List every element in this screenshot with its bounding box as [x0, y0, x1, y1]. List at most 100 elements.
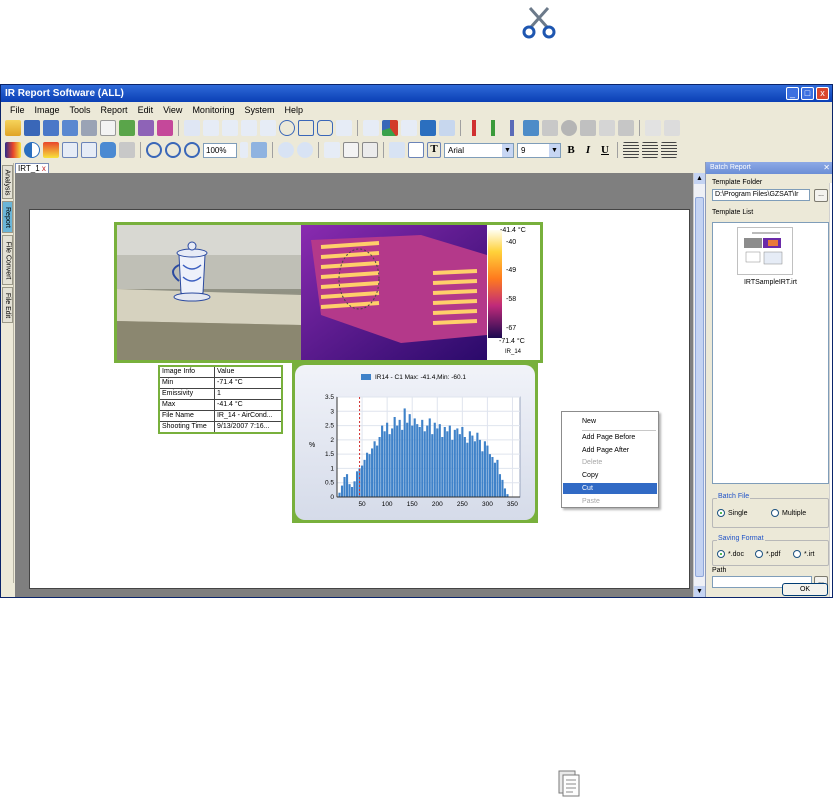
- camera-icon[interactable]: [580, 120, 596, 136]
- menu-item-copy[interactable]: Copy: [563, 470, 657, 481]
- scroll-down-icon[interactable]: ▼: [694, 586, 705, 597]
- menu-file[interactable]: File: [7, 105, 32, 115]
- zoom-combo[interactable]: 100%: [203, 142, 237, 158]
- save-all-icon[interactable]: [62, 120, 78, 136]
- menu-image[interactable]: Image: [32, 105, 67, 115]
- line-tool-icon[interactable]: [241, 120, 257, 136]
- menu-item-add-page-after[interactable]: Add Page After: [563, 445, 657, 456]
- scroll-thumb[interactable]: [695, 197, 704, 577]
- zoom-dropdown-icon[interactable]: [240, 142, 248, 158]
- template-folder-field[interactable]: D:\Program Files\GZSAT\Ir: [712, 189, 810, 201]
- menu-tools[interactable]: Tools: [67, 105, 98, 115]
- radio-doc[interactable]: *.doc: [717, 550, 744, 558]
- point-tool-icon[interactable]: [203, 120, 219, 136]
- new-page-icon[interactable]: [100, 120, 116, 136]
- radio-icon[interactable]: [755, 550, 763, 558]
- font-size-combo[interactable]: 9 ▼: [517, 142, 561, 158]
- chevron-down-icon[interactable]: ▼: [502, 143, 513, 157]
- align-left-icon[interactable]: [623, 142, 639, 158]
- minimize-button[interactable]: _: [786, 87, 799, 100]
- maximize-button[interactable]: □: [801, 87, 814, 100]
- menu-item-new[interactable]: New: [563, 416, 657, 427]
- menu-item-add-page-before[interactable]: Add Page Before: [563, 432, 657, 443]
- zoom-fit-icon[interactable]: [251, 142, 267, 158]
- copy-icon[interactable]: [343, 142, 359, 158]
- device-icon[interactable]: [618, 120, 634, 136]
- save-as-icon[interactable]: [43, 120, 59, 136]
- radio-icon[interactable]: [771, 509, 779, 517]
- radio-icon[interactable]: [793, 550, 801, 558]
- template-thumbnail[interactable]: [737, 227, 793, 275]
- network-icon[interactable]: [664, 120, 680, 136]
- palette-icon[interactable]: [420, 120, 436, 136]
- export-icon[interactable]: [119, 120, 135, 136]
- tab-file-edit[interactable]: File Edit: [2, 287, 13, 323]
- redo-icon[interactable]: [297, 142, 313, 158]
- open-folder-icon[interactable]: [5, 120, 21, 136]
- font-combo[interactable]: Arial ▼: [444, 142, 514, 158]
- image-panel[interactable]: -41.4 °C -40 -49 -58 -67 -71.4 °C IR_14: [114, 222, 543, 363]
- image-edit-icon[interactable]: [523, 120, 539, 136]
- menu-edit[interactable]: Edit: [135, 105, 161, 115]
- trend-chart-icon[interactable]: [401, 120, 417, 136]
- undo-icon[interactable]: [278, 142, 294, 158]
- tab-report[interactable]: Report: [2, 201, 13, 233]
- pointer-icon[interactable]: [184, 120, 200, 136]
- radio-icon[interactable]: [717, 509, 725, 517]
- rectangle-tool-icon[interactable]: [298, 120, 314, 136]
- menu-system[interactable]: System: [241, 105, 281, 115]
- polygon-tool-icon[interactable]: [317, 120, 333, 136]
- italic-button[interactable]: I: [581, 144, 595, 156]
- close-icon[interactable]: x: [42, 164, 46, 173]
- report-page[interactable]: -41.4 °C -40 -49 -58 -67 -71.4 °C IR_14 …: [29, 209, 690, 589]
- stamp-icon[interactable]: [119, 142, 135, 158]
- cut-icon[interactable]: [324, 142, 340, 158]
- cross-tool-icon[interactable]: [222, 120, 238, 136]
- link-icon[interactable]: [389, 142, 405, 158]
- layout-icon[interactable]: [81, 142, 97, 158]
- tab-file-convert[interactable]: File Convert: [2, 235, 13, 285]
- table-icon[interactable]: [62, 142, 78, 158]
- chevron-down-icon[interactable]: ▼: [549, 143, 560, 157]
- histogram-frame[interactable]: IR14 - C1 Max: -41.4,Min: -60.1 0 0.5 1 1.5…: [292, 362, 538, 523]
- menu-report[interactable]: Report: [98, 105, 135, 115]
- pie-chart-icon[interactable]: [382, 120, 398, 136]
- tab-analysis[interactable]: Analysis: [2, 165, 13, 199]
- line-chart-icon[interactable]: [363, 120, 379, 136]
- template-list[interactable]: IRTSampleIRT.irt: [712, 222, 829, 484]
- menu-item-cut[interactable]: Cut: [563, 483, 657, 494]
- bold-button[interactable]: B: [564, 144, 578, 156]
- radio-irt[interactable]: *.irt: [793, 550, 815, 558]
- align-center-icon[interactable]: [642, 142, 658, 158]
- align-right-icon[interactable]: [661, 142, 677, 158]
- underline-button[interactable]: U: [598, 144, 612, 156]
- close-icon[interactable]: ✕: [823, 162, 830, 174]
- zoom-out-icon[interactable]: [165, 142, 181, 158]
- usb-icon[interactable]: [645, 120, 661, 136]
- vertical-scrollbar[interactable]: ▲ ▼: [693, 173, 705, 597]
- ellipse-tool-icon[interactable]: [279, 120, 295, 136]
- zoom-in-icon[interactable]: [146, 142, 162, 158]
- polyline-tool-icon[interactable]: [260, 120, 276, 136]
- thermometer-icon[interactable]: [466, 120, 482, 136]
- contrast-icon[interactable]: [24, 142, 40, 158]
- ok-button[interactable]: OK: [782, 583, 828, 596]
- grid-icon[interactable]: [542, 120, 558, 136]
- image-info-table[interactable]: Image Info Value Min -71.4 °C Emissivity 1 …: [158, 365, 283, 434]
- video-icon[interactable]: [81, 120, 97, 136]
- color-bar-icon[interactable]: [43, 142, 59, 158]
- menu-help[interactable]: Help: [281, 105, 310, 115]
- insert-table-icon[interactable]: [408, 142, 424, 158]
- scroll-up-icon[interactable]: ▲: [694, 173, 705, 184]
- insert-text-button[interactable]: T: [427, 142, 441, 158]
- comment-icon[interactable]: [100, 142, 116, 158]
- menu-view[interactable]: View: [160, 105, 189, 115]
- radio-multiple[interactable]: Multiple: [771, 509, 806, 517]
- radio-icon[interactable]: [717, 550, 725, 558]
- calibrate-icon[interactable]: [439, 120, 455, 136]
- menu-monitoring[interactable]: Monitoring: [189, 105, 241, 115]
- sound-icon[interactable]: [599, 120, 615, 136]
- close-button[interactable]: x: [816, 87, 829, 100]
- ir-analysis-icon[interactable]: [5, 142, 21, 158]
- zoom-icon[interactable]: [184, 142, 200, 158]
